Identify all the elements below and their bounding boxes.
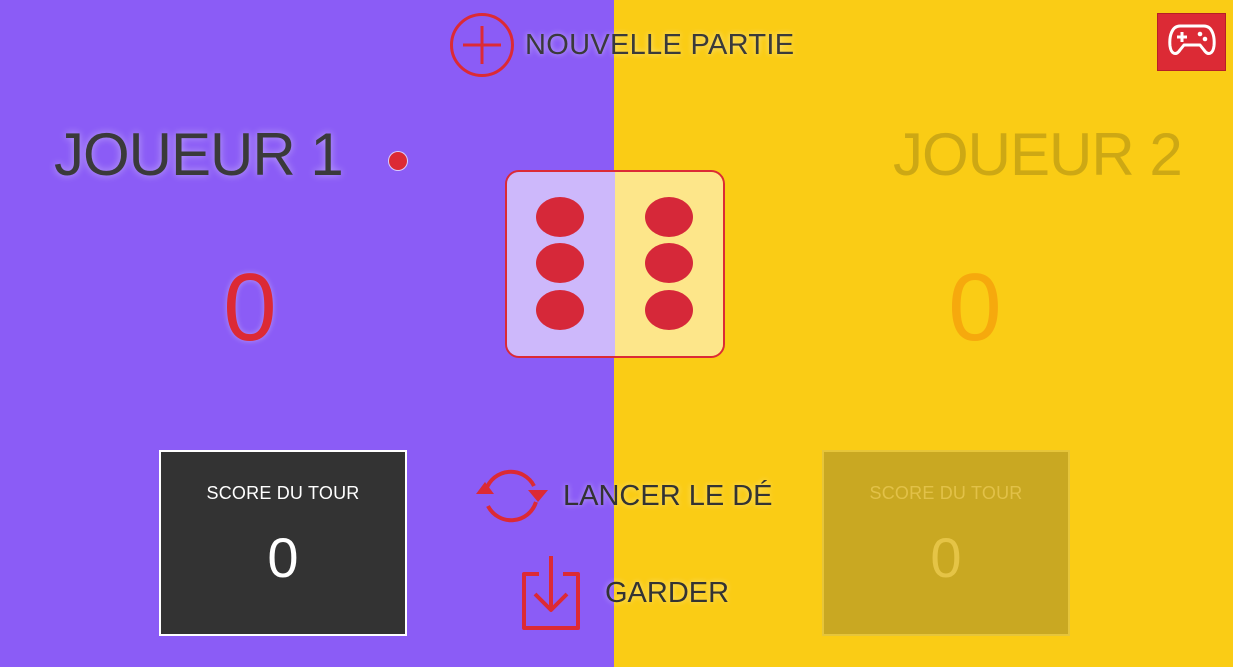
current-score-label: SCORE DU TOUR (869, 483, 1023, 503)
dice-pip (536, 243, 584, 283)
dice-pip (645, 197, 693, 237)
roll-dice-label: LANCER LE DÉ (563, 479, 773, 512)
dice (505, 170, 725, 358)
active-player-indicator (389, 152, 407, 170)
hold-button[interactable]: GARDER (519, 554, 729, 632)
refresh-icon (472, 464, 550, 528)
menu-button[interactable] (1157, 13, 1226, 71)
plus-circle-icon (449, 12, 515, 78)
game-board: NOUVELLE PARTIE JOUEUR 1 JOUEUR 2 0 0 SC… (0, 0, 1233, 667)
current-score-label: SCORE DU TOUR (206, 483, 360, 503)
new-game-button[interactable]: NOUVELLE PARTIE (449, 12, 794, 78)
player-1-current-score-box: SCORE DU TOUR 0 (159, 450, 407, 636)
new-game-label: NOUVELLE PARTIE (525, 28, 795, 61)
roll-dice-button[interactable]: LANCER LE DÉ (472, 464, 773, 528)
gamepad-icon (1167, 20, 1216, 65)
player-1-current-score: 0 (267, 526, 299, 589)
player-2-global-score: 0 (948, 254, 1002, 361)
dice-pip (536, 197, 584, 237)
player-2-current-score-box: SCORE DU TOUR 0 (822, 450, 1070, 636)
hold-label: GARDER (605, 576, 730, 609)
dice-pip (645, 290, 693, 330)
player-2-name: JOUEUR 2 (893, 121, 1183, 188)
player-2-current-score: 0 (930, 526, 962, 589)
player-1-global-score: 0 (223, 254, 277, 361)
player-1-name: JOUEUR 1 (54, 121, 344, 188)
dice-pip (536, 290, 584, 330)
download-icon (519, 554, 583, 632)
dice-pip (645, 243, 693, 283)
